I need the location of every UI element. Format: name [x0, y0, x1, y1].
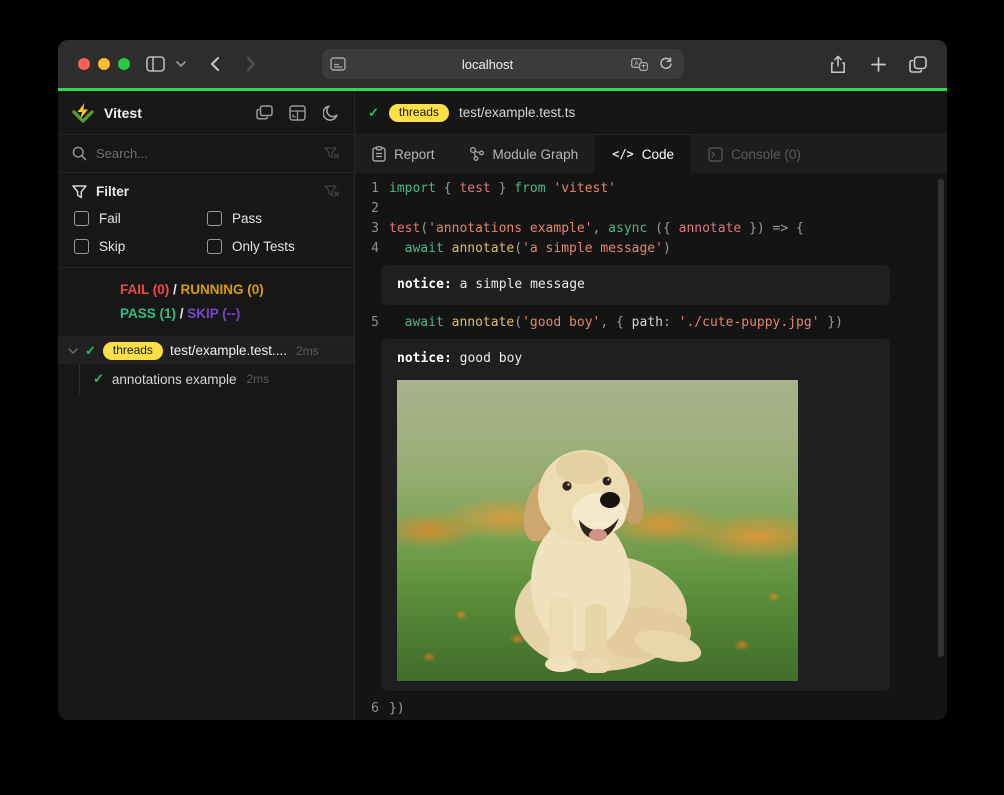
- test-status-summary: FAIL (0) / RUNNING (0) PASS (1) / SKIP (…: [58, 268, 354, 337]
- filter-icon: [72, 185, 87, 199]
- filter-checkbox-only-tests[interactable]: Only Tests: [207, 239, 340, 254]
- sidebar: Vitest: [58, 91, 355, 720]
- translate-icon: A: [631, 58, 648, 71]
- app-title: Vitest: [104, 105, 142, 121]
- zoom-window-button[interactable]: [118, 58, 130, 70]
- code-line: 5 await annotate('good boy', { path: './…: [355, 313, 947, 333]
- traffic-lights: [78, 58, 130, 70]
- checkbox-icon: [74, 211, 89, 226]
- code-line: 3test('annotations example', async ({ an…: [355, 219, 947, 239]
- sidebar-toggle-button[interactable]: [140, 49, 170, 79]
- annotation-notice-image: notice: good boy: [381, 339, 890, 691]
- reload-icon: [659, 57, 673, 71]
- code-icon: </>: [612, 147, 634, 161]
- search-icon: [72, 146, 87, 161]
- tab-overview-icon: [909, 56, 927, 73]
- dashboard-button[interactable]: [287, 103, 307, 123]
- open-file-name: test/example.test.ts: [459, 105, 575, 120]
- dark-mode-toggle[interactable]: [320, 103, 340, 123]
- pass-check-icon: ✓: [368, 105, 379, 121]
- minimize-window-button[interactable]: [98, 58, 110, 70]
- back-icon: [210, 56, 220, 72]
- address-bar[interactable]: localhost A: [322, 49, 684, 79]
- tab-module-graph[interactable]: Module Graph: [452, 135, 596, 173]
- report-icon: [372, 146, 386, 162]
- chevron-down-icon: [68, 348, 78, 354]
- collapse-panels-button[interactable]: [254, 103, 274, 123]
- reload-button[interactable]: [656, 54, 676, 74]
- pass-check-icon: ✓: [93, 371, 104, 387]
- filter-checkbox-skip[interactable]: Skip: [74, 239, 207, 254]
- chevron-down-icon: [176, 61, 186, 67]
- back-button[interactable]: [200, 49, 230, 79]
- browser-window: localhost A: [58, 40, 947, 720]
- cute-puppy-image: [397, 380, 798, 681]
- pass-check-icon: ✓: [85, 343, 96, 359]
- code-editor: 1import { test } from 'vitest' 2 3test('…: [355, 173, 947, 720]
- filter-section: Filter Fail Pass: [58, 173, 354, 268]
- status-line-1: FAIL (0) / RUNNING (0): [120, 278, 354, 302]
- code-line: 2: [355, 199, 947, 219]
- filter-title: Filter: [96, 184, 129, 199]
- code-line: 4 await annotate('a simple message'): [355, 239, 947, 259]
- annotation-notice-message: notice: a simple message: [381, 265, 890, 305]
- test-case-row[interactable]: ✓ annotations example 2ms: [80, 364, 354, 394]
- clear-search-filter-icon[interactable]: [324, 147, 340, 161]
- share-icon: [830, 55, 846, 74]
- test-file-row[interactable]: ✓ threads test/example.test.... 2ms: [58, 337, 354, 364]
- pool-badge: threads: [103, 342, 163, 360]
- share-button[interactable]: [823, 49, 853, 79]
- browser-toolbar: localhost A: [58, 40, 947, 88]
- close-window-button[interactable]: [78, 58, 90, 70]
- code-line: 7: [355, 719, 947, 720]
- forward-icon: [246, 56, 256, 72]
- puppy-illustration: [483, 438, 713, 673]
- new-tab-icon: [871, 57, 886, 72]
- console-icon: [708, 147, 723, 162]
- moon-icon: [323, 105, 338, 121]
- sidebar-menu-button[interactable]: [172, 49, 190, 79]
- code-line: 1import { test } from 'vitest': [355, 179, 947, 199]
- filter-checkbox-pass[interactable]: Pass: [207, 211, 340, 226]
- search-row: [58, 135, 354, 173]
- code-line: 6}): [355, 699, 947, 719]
- checkbox-icon: [74, 239, 89, 254]
- module-graph-icon: [469, 146, 485, 162]
- new-tab-button[interactable]: [863, 49, 893, 79]
- checkbox-icon: [207, 239, 222, 254]
- sidebar-toggle-icon: [146, 56, 165, 72]
- tab-overview-button[interactable]: [903, 49, 933, 79]
- translate-button[interactable]: A: [630, 54, 650, 74]
- tab-report[interactable]: Report: [355, 135, 452, 173]
- search-input[interactable]: [96, 146, 315, 161]
- dashboard-icon: [289, 105, 306, 121]
- panel-tabs: Report Module Graph <: [355, 135, 947, 173]
- tab-code[interactable]: </> Code: [595, 135, 691, 173]
- clear-filter-icon[interactable]: [324, 185, 340, 199]
- forward-button[interactable]: [236, 49, 266, 79]
- page-icon: [330, 57, 346, 71]
- code-scrollbar[interactable]: [938, 179, 944, 657]
- test-tree: ✓ threads test/example.test.... 2ms ✓ an…: [58, 337, 354, 720]
- checkbox-icon: [207, 211, 222, 226]
- url-text: localhost: [346, 57, 630, 72]
- vitest-logo-icon: [72, 102, 94, 123]
- sidebar-header: Vitest: [58, 91, 354, 135]
- test-case-name: annotations example: [112, 372, 237, 387]
- test-file-name: test/example.test....: [170, 343, 287, 358]
- pool-badge: threads: [389, 104, 449, 122]
- panels-icon: [256, 105, 273, 120]
- test-file-duration: 2ms: [296, 344, 319, 358]
- file-header: ✓ threads test/example.test.ts: [355, 91, 947, 135]
- svg-text:A: A: [634, 60, 639, 67]
- filter-checkbox-fail[interactable]: Fail: [74, 211, 207, 226]
- test-case-duration: 2ms: [247, 372, 270, 386]
- main-panel: ✓ threads test/example.test.ts Report: [355, 91, 947, 720]
- tab-console[interactable]: Console (0): [691, 135, 818, 173]
- status-line-2: PASS (1) / SKIP (--): [120, 302, 354, 326]
